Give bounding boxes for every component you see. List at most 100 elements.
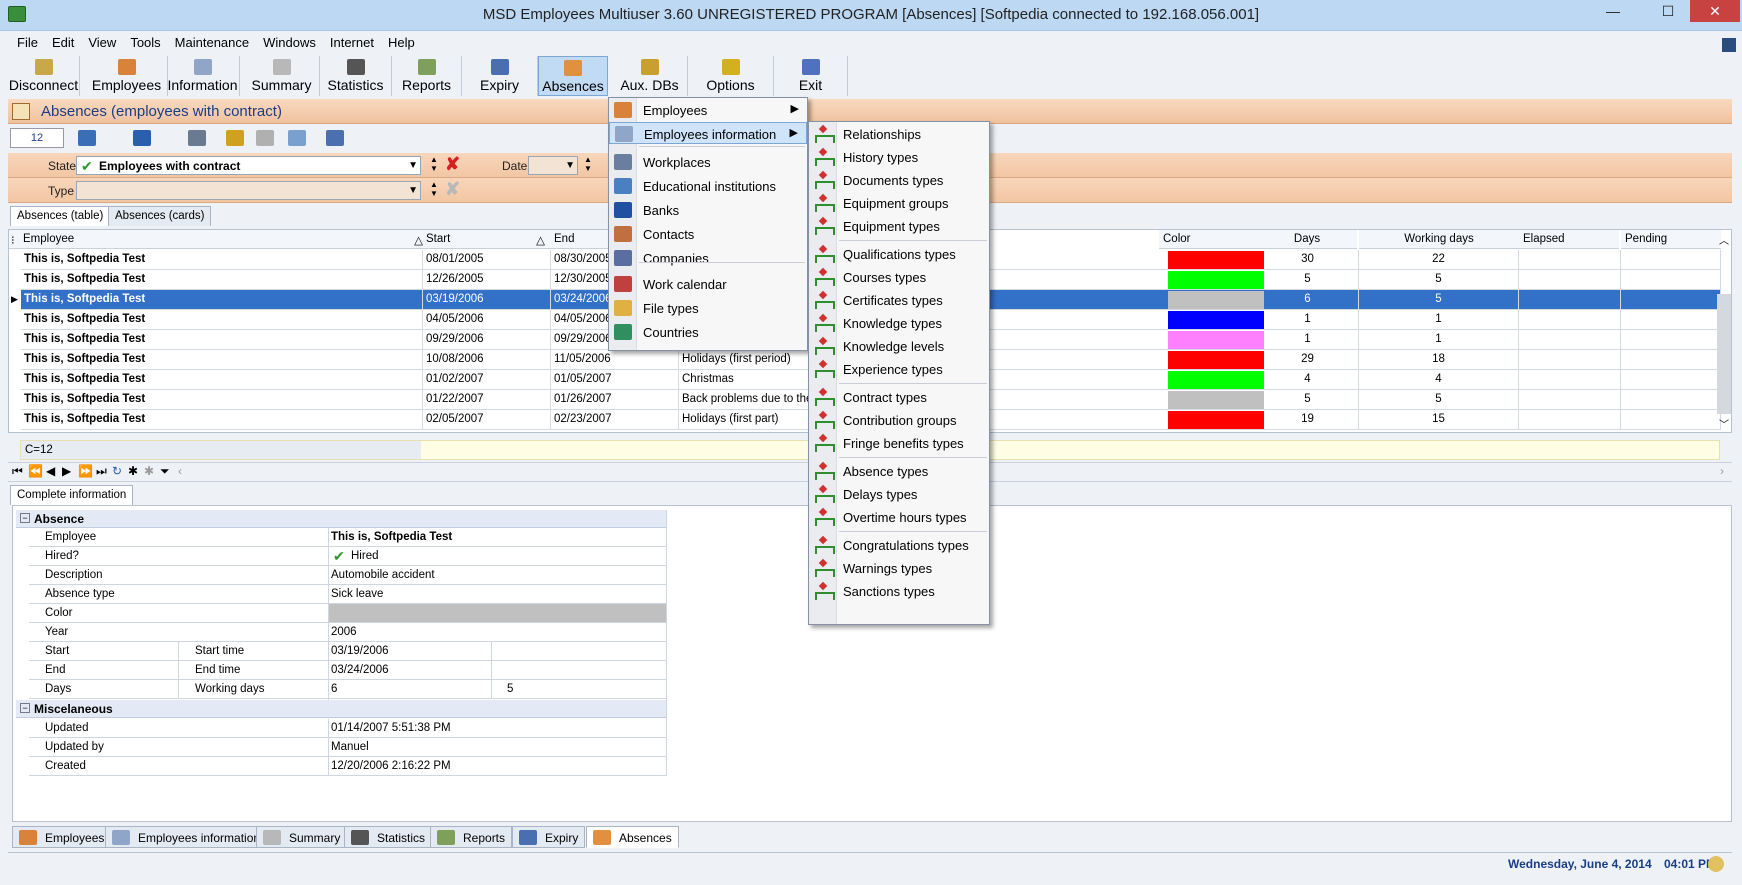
menu-tools[interactable]: Tools	[123, 33, 167, 50]
submenu-item-warnings-types[interactable]: Warnings types	[809, 557, 989, 579]
menu-item-countries[interactable]: Countries	[609, 321, 807, 343]
filter-icon[interactable]	[226, 130, 244, 146]
tab-complete-information[interactable]: Complete information	[10, 485, 134, 505]
mdi-icon[interactable]	[1722, 38, 1736, 52]
cloud-icon[interactable]	[256, 130, 274, 146]
submenu-item-fringe-benefits-types[interactable]: Fringe benefits types	[809, 432, 989, 454]
tab-summary[interactable]: Summary	[256, 826, 348, 848]
menu-item-employees[interactable]: Employees ▶	[609, 99, 807, 121]
submenu-item-overtime-hours-types[interactable]: Overtime hours types	[809, 506, 989, 528]
spin-icon[interactable]: ▲ ▼	[430, 180, 438, 198]
submenu-item-history-types[interactable]: History types	[809, 146, 989, 168]
absence-section[interactable]: − Absence	[16, 510, 666, 528]
next-icon[interactable]: ▶	[62, 464, 71, 478]
spin-icon[interactable]: ▲ ▼	[430, 155, 438, 173]
prior-icon[interactable]: ◀	[46, 464, 55, 478]
submenu-item-sanctions-types[interactable]: Sanctions types	[809, 580, 989, 602]
disconnect-button[interactable]: Disconnect	[8, 56, 80, 96]
aux-dbs-button[interactable]: Aux. DBs	[612, 56, 688, 96]
record-count-box[interactable]: 12	[10, 128, 64, 148]
scroll-down-icon[interactable]: ﹀	[1719, 416, 1729, 431]
submenu-item-knowledge-types[interactable]: Knowledge types	[809, 312, 989, 334]
col-pending[interactable]: Pending	[1621, 230, 1721, 249]
submenu-item-relationships[interactable]: Relationships	[809, 123, 989, 145]
submenu-item-knowledge-levels[interactable]: Knowledge levels	[809, 335, 989, 357]
col-start[interactable]: Start △	[423, 230, 551, 249]
scroll-right-icon[interactable]: ›	[1720, 464, 1724, 478]
summary-button[interactable]: Summary	[244, 56, 320, 96]
submenu-item-qualifications-types[interactable]: Qualifications types	[809, 243, 989, 265]
close-button[interactable]: ✕	[1690, 0, 1740, 22]
submenu-item-courses-types[interactable]: Courses types	[809, 266, 989, 288]
clear-state-icon[interactable]: ✘	[445, 154, 460, 175]
col-days[interactable]: Days	[1257, 230, 1357, 249]
tab-absences-cards[interactable]: Absences (cards)	[108, 206, 212, 226]
tab-absences[interactable]: Absences	[586, 826, 679, 848]
submenu-item-congratulations-types[interactable]: Congratulations types	[809, 534, 989, 556]
statistics-button[interactable]: Statistics	[320, 56, 392, 96]
menu-edit[interactable]: Edit	[45, 33, 81, 50]
tab-absences-table[interactable]: Absences (table)	[10, 206, 111, 226]
submenu-item-equipment-groups[interactable]: Equipment groups	[809, 192, 989, 214]
menu-item-companies[interactable]: Companies	[609, 247, 807, 269]
menu-item-educational-institutions[interactable]: Educational institutions	[609, 175, 807, 197]
absences-button[interactable]: Absences	[538, 56, 608, 96]
maximize-button[interactable]: ☐	[1650, 0, 1686, 22]
menu-item-banks[interactable]: Banks	[609, 199, 807, 221]
clear-type-icon[interactable]: ✘	[445, 179, 460, 200]
insert-icon[interactable]: ✱	[128, 464, 138, 478]
menu-item-work-calendar[interactable]: Work calendar	[609, 273, 807, 295]
menu-file[interactable]: File	[10, 33, 45, 50]
tab-statistics[interactable]: Statistics	[344, 826, 433, 848]
expiry-button[interactable]: Expiry	[462, 56, 538, 96]
info-icon[interactable]	[133, 130, 151, 146]
col-elapsed[interactable]: Elapsed	[1519, 230, 1619, 249]
menu-item-employees-information[interactable]: Employees information ▶	[609, 122, 807, 144]
submenu-item-equipment-types[interactable]: Equipment types	[809, 215, 989, 237]
reports-button[interactable]: Reports	[392, 56, 462, 96]
filter-icon[interactable]: ⏷	[160, 464, 170, 479]
tab-reports[interactable]: Reports	[430, 826, 513, 848]
submenu-item-certificates-types[interactable]: Certificates types	[809, 289, 989, 311]
state-combo[interactable]: ✔ Employees with contract ▼	[76, 156, 421, 175]
search-icon[interactable]	[288, 130, 306, 146]
submenu-item-contribution-groups[interactable]: Contribution groups	[809, 409, 989, 431]
minimize-button[interactable]: —	[1595, 0, 1631, 22]
menu-windows[interactable]: Windows	[256, 33, 323, 50]
filter-clear-icon[interactable]: ✱	[144, 464, 154, 478]
window-icon[interactable]	[326, 130, 344, 146]
prior-page-icon[interactable]: ⏪	[28, 464, 43, 478]
grid-menu-icon[interactable]: ⁝	[9, 230, 21, 249]
menu-item-contacts[interactable]: Contacts	[609, 223, 807, 245]
print-icon[interactable]	[188, 130, 206, 146]
options-button[interactable]: Options	[688, 56, 774, 96]
first-icon[interactable]: ⏮	[12, 464, 23, 479]
exit-button[interactable]: Exit	[774, 56, 848, 96]
type-combo[interactable]: ▼	[76, 181, 421, 200]
tab-employees-information[interactable]: Employees information	[105, 826, 268, 848]
submenu-item-experience-types[interactable]: Experience types	[809, 358, 989, 380]
refresh-icon[interactable]: ↻	[112, 464, 122, 478]
scrollbar-thumb[interactable]	[1717, 294, 1731, 414]
col-color[interactable]: Color	[1159, 230, 1257, 249]
submenu-item-absence-types[interactable]: Absence types	[809, 460, 989, 482]
next-page-icon[interactable]: ⏩	[78, 464, 93, 478]
last-icon[interactable]: ⏭	[96, 464, 107, 479]
app-icon[interactable]	[8, 6, 26, 22]
date-combo[interactable]: ▼	[528, 156, 578, 175]
col-employee[interactable]: Employee △	[21, 230, 431, 249]
menu-maintenance[interactable]: Maintenance	[168, 33, 256, 50]
information-button[interactable]: Information	[166, 56, 240, 96]
edit-icon[interactable]	[78, 130, 96, 146]
menu-help[interactable]: Help	[381, 33, 422, 50]
submenu-item-documents-types[interactable]: Documents types	[809, 169, 989, 191]
menu-item-file-types[interactable]: File types	[609, 297, 807, 319]
menu-view[interactable]: View	[81, 33, 123, 50]
scroll-up-icon[interactable]: ︿	[1719, 232, 1729, 247]
date-spin-icon[interactable]: ▲ ▼	[584, 155, 592, 173]
tab-expiry[interactable]: Expiry	[512, 826, 586, 848]
menu-internet[interactable]: Internet	[323, 33, 381, 50]
submenu-item-contract-types[interactable]: Contract types	[809, 386, 989, 408]
employees-button[interactable]: Employees	[86, 56, 168, 96]
menu-item-workplaces[interactable]: Workplaces	[609, 151, 807, 173]
